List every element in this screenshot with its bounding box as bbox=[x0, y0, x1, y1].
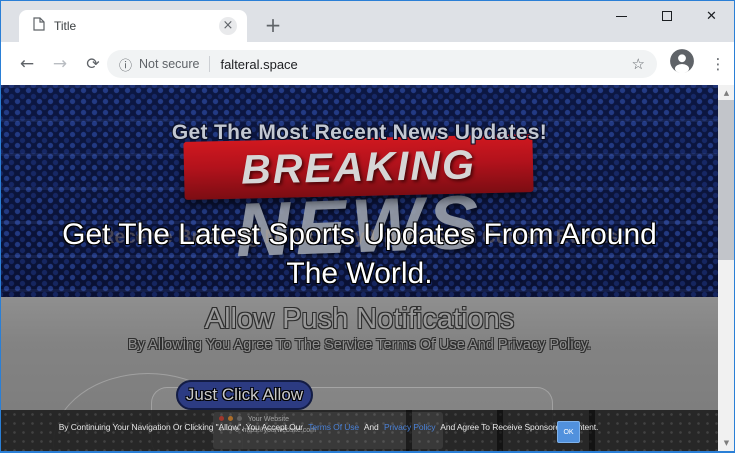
address-bar[interactable]: ⓘ Not secure falteral.space ☆ bbox=[107, 50, 657, 78]
page-favicon-icon bbox=[33, 17, 45, 36]
browser-window: Title × + ✕ ← → ⟳ ⓘ Not secure falteral.… bbox=[0, 0, 735, 453]
forward-button[interactable]: → bbox=[47, 51, 73, 77]
window-controls: ✕ bbox=[599, 1, 734, 31]
maximize-button[interactable] bbox=[644, 1, 689, 31]
new-tab-button[interactable]: + bbox=[259, 12, 287, 40]
privacy-policy-link[interactable]: Privacy Policy bbox=[384, 422, 436, 432]
breaking-banner-text: BREAKING bbox=[241, 141, 477, 193]
minimize-button[interactable] bbox=[599, 1, 644, 31]
browser-menu-icon[interactable]: ⋮ bbox=[707, 51, 729, 77]
security-label: Not secure bbox=[139, 57, 199, 71]
webpage-content: Get The Most Recent News Updates! BREAKI… bbox=[1, 85, 735, 451]
browser-tab[interactable]: Title × bbox=[19, 10, 247, 42]
url-text[interactable]: falteral.space bbox=[220, 57, 631, 72]
bookmark-star-icon[interactable]: ☆ bbox=[632, 55, 645, 73]
profile-avatar[interactable] bbox=[669, 48, 695, 74]
close-window-button[interactable]: ✕ bbox=[689, 1, 734, 31]
main-headline: Get The Latest Sports Updates From Aroun… bbox=[1, 215, 718, 293]
mockup-red-dot-icon bbox=[219, 416, 224, 421]
terms-of-use-link[interactable]: Terms Of Use bbox=[308, 422, 359, 432]
back-button[interactable]: ← bbox=[14, 51, 40, 77]
headline-line-2: The World. bbox=[1, 254, 718, 293]
scrollbar-thumb[interactable] bbox=[718, 100, 735, 260]
close-tab-icon[interactable]: × bbox=[219, 17, 237, 35]
ok-button[interactable]: OK bbox=[557, 421, 580, 443]
mockup-gray-dot-icon bbox=[237, 416, 242, 421]
consent-text-and: And bbox=[364, 422, 379, 432]
tab-title: Title bbox=[54, 19, 219, 33]
mockup-yellow-dot-icon bbox=[228, 416, 233, 421]
page-scrollbar[interactable]: ▲ ▼ bbox=[718, 85, 735, 451]
scroll-up-icon[interactable]: ▲ bbox=[718, 85, 735, 101]
headline-line-1: Get The Latest Sports Updates From Aroun… bbox=[1, 215, 718, 254]
info-icon[interactable]: ⓘ bbox=[119, 55, 132, 74]
tab-strip: Title × + ✕ bbox=[1, 1, 734, 42]
push-prompt-subtitle: By Allowing You Agree To The Service Ter… bbox=[1, 337, 718, 353]
scroll-down-icon[interactable]: ▼ bbox=[718, 435, 735, 451]
browser-toolbar: ← → ⟳ ⓘ Not secure falteral.space ☆ ⋮ bbox=[1, 42, 734, 85]
maximize-icon bbox=[662, 11, 672, 21]
minimize-icon bbox=[616, 16, 627, 17]
just-click-allow-button[interactable]: Just Click Allow bbox=[176, 380, 313, 410]
top-message: Get The Most Recent News Updates! bbox=[1, 121, 718, 145]
consent-text-start: By Continuing Your Navigation Or Clickin… bbox=[59, 422, 303, 432]
refresh-button[interactable]: ⟳ bbox=[80, 51, 106, 77]
address-bar-divider bbox=[209, 56, 210, 72]
consent-bar: Your Website ← → ⟳ https://yourwebsite.c… bbox=[1, 410, 735, 451]
push-prompt-title: Allow Push Notifications bbox=[1, 303, 718, 336]
